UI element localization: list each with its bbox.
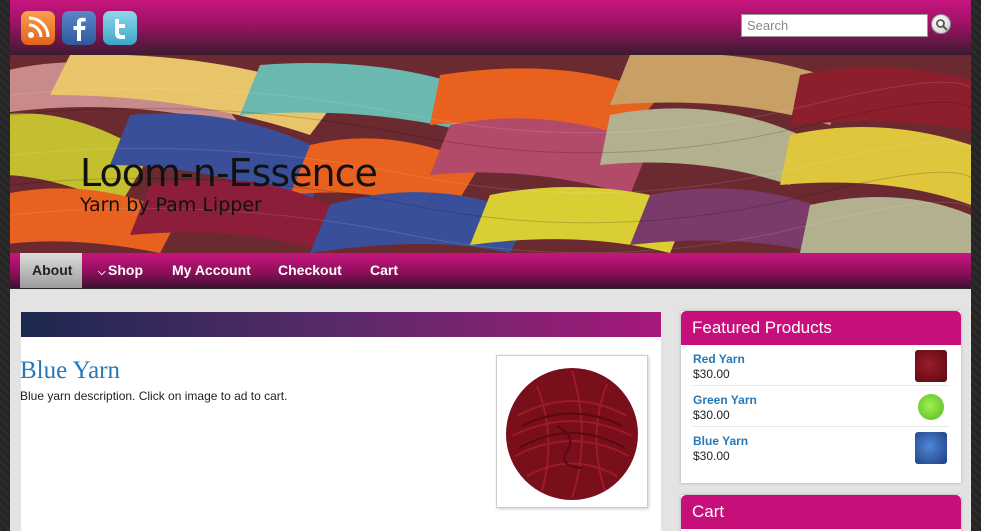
list-item[interactable]: Green Yarn $30.00 [693,386,949,427]
rss-icon[interactable] [21,11,55,45]
site-title[interactable]: Loom-n-Essence [80,151,378,195]
product-name[interactable]: Blue Yarn [693,434,748,448]
product-thumbnail[interactable] [915,350,947,382]
search-button[interactable] [931,14,951,34]
cart-widget: Cart [681,495,961,531]
site-tagline: Yarn by Pam Lipper [80,194,262,216]
product-thumbnail[interactable] [918,394,944,420]
product-price: $30.00 [693,449,730,463]
nav-label: Cart [370,262,399,278]
header-banner: Loom-n-Essence Yarn by Pam Lipper [10,55,971,253]
search-input[interactable] [741,14,928,37]
red-yarn-skein-image [497,356,647,507]
product-name[interactable]: Red Yarn [693,352,745,366]
twitter-icon[interactable] [103,11,137,45]
nav-item-my-account[interactable]: My Account [160,253,263,288]
featured-products-widget: Featured Products Red Yarn $30.00 Green … [681,311,961,483]
list-item[interactable]: Blue Yarn $30.00 [693,427,949,468]
product-price: $30.00 [693,408,730,422]
post-description: Blue yarn description. Click on image to… [20,389,288,403]
product-image[interactable] [496,355,648,508]
nav-item-about[interactable]: About [20,253,82,288]
list-item[interactable]: Red Yarn $30.00 [693,345,949,386]
nav-item-cart[interactable]: Cart [358,253,410,288]
nav-item-shop[interactable]: ⌵ Shop [86,253,155,288]
top-bar [10,0,971,55]
search-icon [936,19,948,31]
nav-label: Shop [108,262,143,278]
nav-label: Checkout [278,262,342,278]
post-title[interactable]: Blue Yarn [20,357,120,385]
facebook-icon[interactable] [62,11,96,45]
product-name[interactable]: Green Yarn [693,393,757,407]
product-price: $30.00 [693,367,730,381]
nav-label: My Account [172,262,251,278]
chevron-down-icon: ⌵ [98,267,106,278]
main-nav: About ⌵ Shop My Account Checkout Cart [10,253,971,288]
nav-label: About [32,262,73,278]
post-header-strip [21,312,661,337]
featured-products-heading: Featured Products [681,311,961,345]
nav-item-checkout[interactable]: Checkout [266,253,354,288]
cart-heading: Cart [681,495,961,529]
product-thumbnail[interactable] [915,432,947,464]
